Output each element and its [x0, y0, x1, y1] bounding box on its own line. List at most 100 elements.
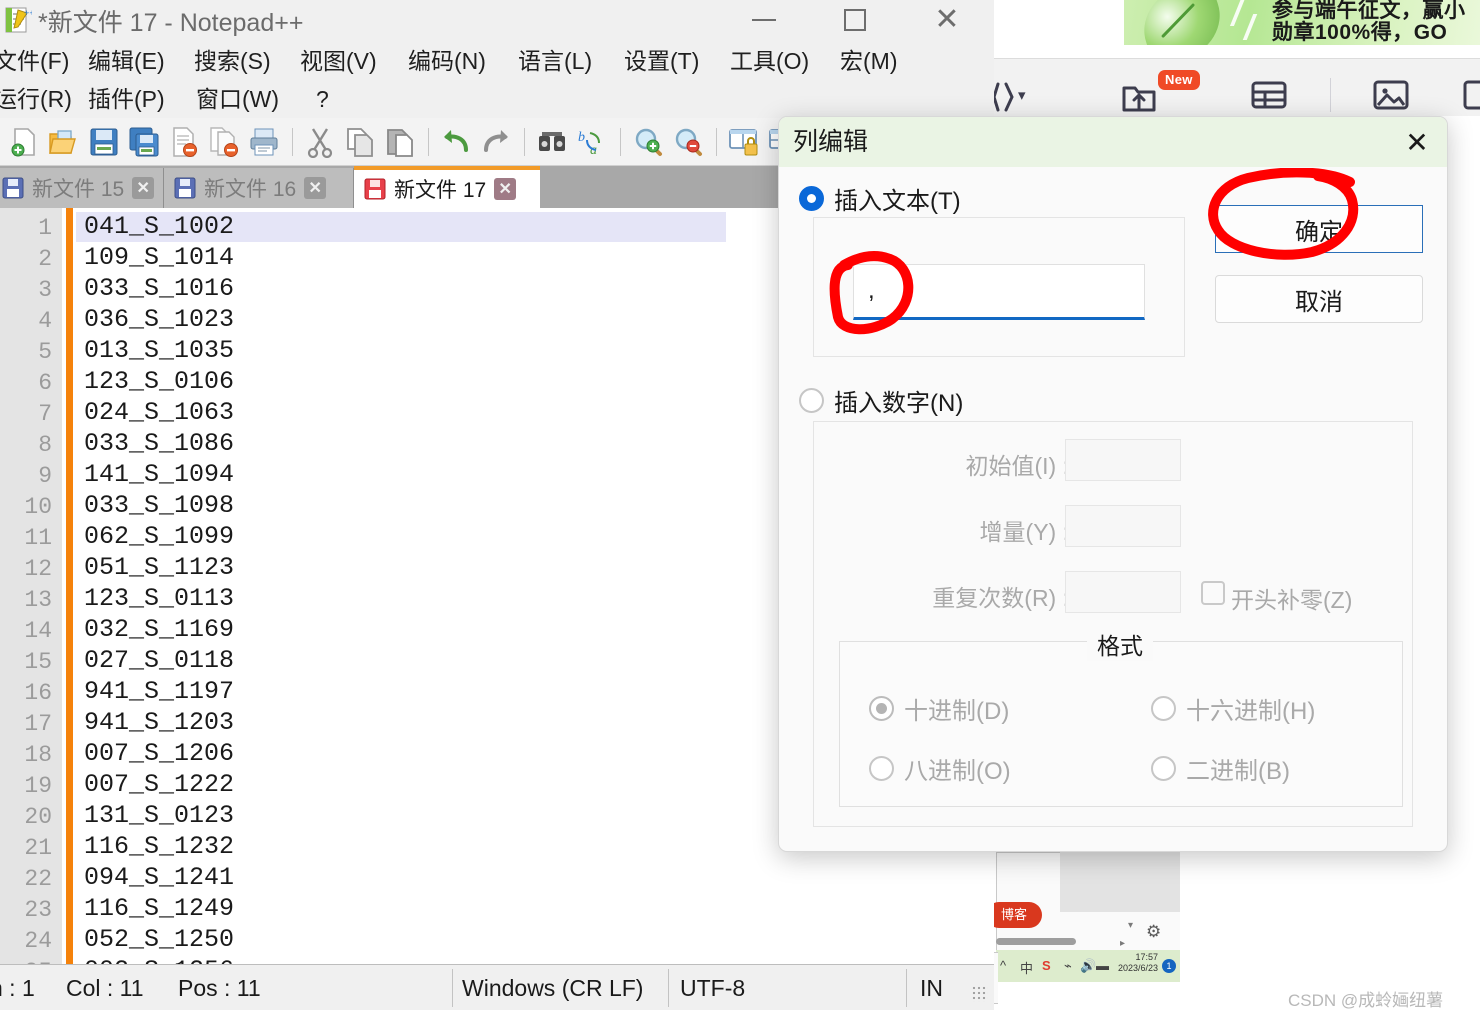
tab-new-file-15[interactable]: 新文件 15 ✕ [0, 168, 164, 208]
code-line: 123_S_0113 [84, 584, 235, 613]
unsaved-file-icon [364, 178, 386, 200]
format-decimal-radio[interactable] [869, 696, 894, 721]
advertisement-banner[interactable]: 参与端午征文，赢小 勋章100%得，GO [1124, 0, 1480, 45]
initial-value-input[interactable] [1065, 439, 1181, 481]
status-eol[interactable]: Windows (CR LF) [462, 965, 643, 1011]
chevron-down-icon[interactable]: ▾ [1018, 86, 1026, 104]
menu-window[interactable]: 窗口(W) [196, 80, 279, 118]
ok-button[interactable]: 确定 [1215, 205, 1423, 253]
menu-macro[interactable]: 宏(M) [840, 42, 897, 80]
replace-icon[interactable]: b a [576, 126, 608, 158]
tab-close-icon[interactable]: ✕ [304, 177, 327, 199]
menu-language[interactable]: 语言(L) [518, 42, 592, 80]
insert-number-radio[interactable] [799, 388, 824, 413]
dialog-close-button[interactable]: ✕ [1399, 125, 1435, 159]
undo-icon[interactable] [440, 126, 472, 158]
leading-zeros-checkbox[interactable] [1201, 581, 1225, 605]
format-binary-radio[interactable] [1151, 756, 1176, 781]
background-scrollbar[interactable] [996, 938, 1076, 945]
sogou-icon[interactable]: S [1042, 958, 1051, 973]
gear-icon[interactable]: ⚙ [1146, 922, 1161, 942]
blog-pill-badge[interactable]: 博客 [986, 902, 1042, 928]
status-encoding[interactable]: UTF-8 [680, 965, 745, 1011]
menu-search[interactable]: 搜索(S) [194, 42, 271, 80]
cancel-button[interactable]: 取消 [1215, 275, 1423, 323]
menu-edit[interactable]: 编辑(E) [88, 42, 165, 80]
tray-chevron-up-icon[interactable]: ^ [1000, 958, 1006, 973]
status-mode[interactable]: IN [920, 965, 943, 1011]
repeat-count-input[interactable] [1065, 571, 1181, 613]
format-octal-radio[interactable] [869, 756, 894, 781]
line-number: 13 [24, 587, 52, 613]
notification-badge[interactable]: 1 [1162, 959, 1176, 973]
line-number: 17 [24, 711, 52, 737]
menu-plugins[interactable]: 插件(P) [88, 80, 165, 118]
menu-encoding[interactable]: 编码(N) [408, 42, 486, 80]
background-caret-down-icon[interactable]: ▾ [1128, 920, 1133, 931]
tray-clock[interactable]: 17:57 2023/6/23 [1108, 952, 1158, 974]
minimize-button[interactable] [727, 0, 801, 40]
redo-icon[interactable] [480, 126, 512, 158]
tab-new-file-16[interactable]: 新文件 16 ✕ [164, 168, 354, 208]
format-group-title: 格式 [1087, 627, 1153, 661]
save-all-icon[interactable] [128, 126, 160, 158]
upload-folder-icon[interactable] [1120, 78, 1158, 114]
menu-file[interactable]: 文件(F) [0, 42, 69, 80]
tab-close-icon[interactable]: ✕ [494, 178, 517, 200]
line-number: 4 [38, 308, 52, 334]
sync-vertical-icon[interactable] [728, 126, 760, 158]
ad-line-2: 勋章100%得，GO [1272, 21, 1448, 44]
menu-view[interactable]: 视图(V) [300, 42, 377, 80]
zoom-out-icon[interactable] [672, 126, 704, 158]
titlebar: ++ *新文件 17 - Notepad++ ✕ [0, 0, 994, 46]
cut-icon[interactable] [304, 126, 336, 158]
code-line: 131_S_0123 [84, 801, 235, 830]
menu-help[interactable]: ? [316, 80, 329, 118]
save-icon[interactable] [88, 126, 120, 158]
menu-tools[interactable]: 工具(O) [730, 42, 809, 80]
tray-time: 17:57 [1135, 952, 1158, 962]
close-button[interactable]: ✕ [910, 0, 984, 40]
insert-text-radio[interactable] [799, 186, 824, 211]
tab-new-file-17[interactable]: 新文件 17 ✕ [354, 166, 540, 208]
menu-run[interactable]: 运行(R) [0, 80, 72, 118]
format-binary-row[interactable]: 二进制(B) [1151, 751, 1290, 786]
format-hex-row[interactable]: 十六进制(H) [1151, 691, 1315, 726]
open-file-icon[interactable] [48, 126, 80, 158]
copy-icon[interactable] [344, 126, 376, 158]
close-file-icon[interactable] [168, 126, 200, 158]
code-line: 013_S_1035 [84, 336, 235, 365]
insert-text-input[interactable] [853, 264, 1145, 320]
code-chevron-icon[interactable] [992, 80, 1032, 114]
table-icon[interactable] [1250, 78, 1288, 112]
close-all-icon[interactable] [208, 126, 240, 158]
new-file-icon[interactable] [8, 126, 40, 158]
frame-icon[interactable] [1462, 78, 1480, 112]
maximize-button[interactable] [818, 0, 892, 40]
insert-text-radio-row[interactable]: 插入文本(T) [799, 181, 961, 216]
format-octal-row[interactable]: 八进制(O) [869, 751, 1011, 786]
background-play-icon[interactable]: ▸ [1120, 938, 1125, 949]
line-number: 19 [24, 773, 52, 799]
image-icon[interactable] [1372, 78, 1410, 112]
code-line: 032_S_1169 [84, 615, 235, 644]
line-number: 16 [24, 680, 52, 706]
format-hex-radio[interactable] [1151, 696, 1176, 721]
zoom-in-icon[interactable] [632, 126, 664, 158]
increment-input[interactable] [1065, 505, 1181, 547]
resize-grip[interactable] [972, 986, 988, 1002]
ad-decoration-slash-2 [1242, 14, 1258, 40]
find-icon[interactable] [536, 126, 568, 158]
print-icon[interactable] [248, 126, 280, 158]
insert-number-radio-row[interactable]: 插入数字(N) [799, 383, 963, 418]
format-decimal-row[interactable]: 十进制(D) [869, 691, 1009, 726]
line-number: 9 [38, 463, 52, 489]
tray-ime-icon[interactable]: 中 [1020, 958, 1033, 977]
wifi-icon[interactable]: ⌁ [1064, 958, 1072, 974]
menu-settings[interactable]: 设置(T) [624, 42, 699, 80]
tab-close-icon[interactable]: ✕ [132, 177, 155, 199]
volume-icon[interactable]: 🔊 [1080, 958, 1096, 974]
tab-label: 新文件 16 [204, 178, 297, 201]
paste-icon[interactable] [384, 126, 416, 158]
insert-number-label: 插入数字(N) [834, 390, 964, 417]
